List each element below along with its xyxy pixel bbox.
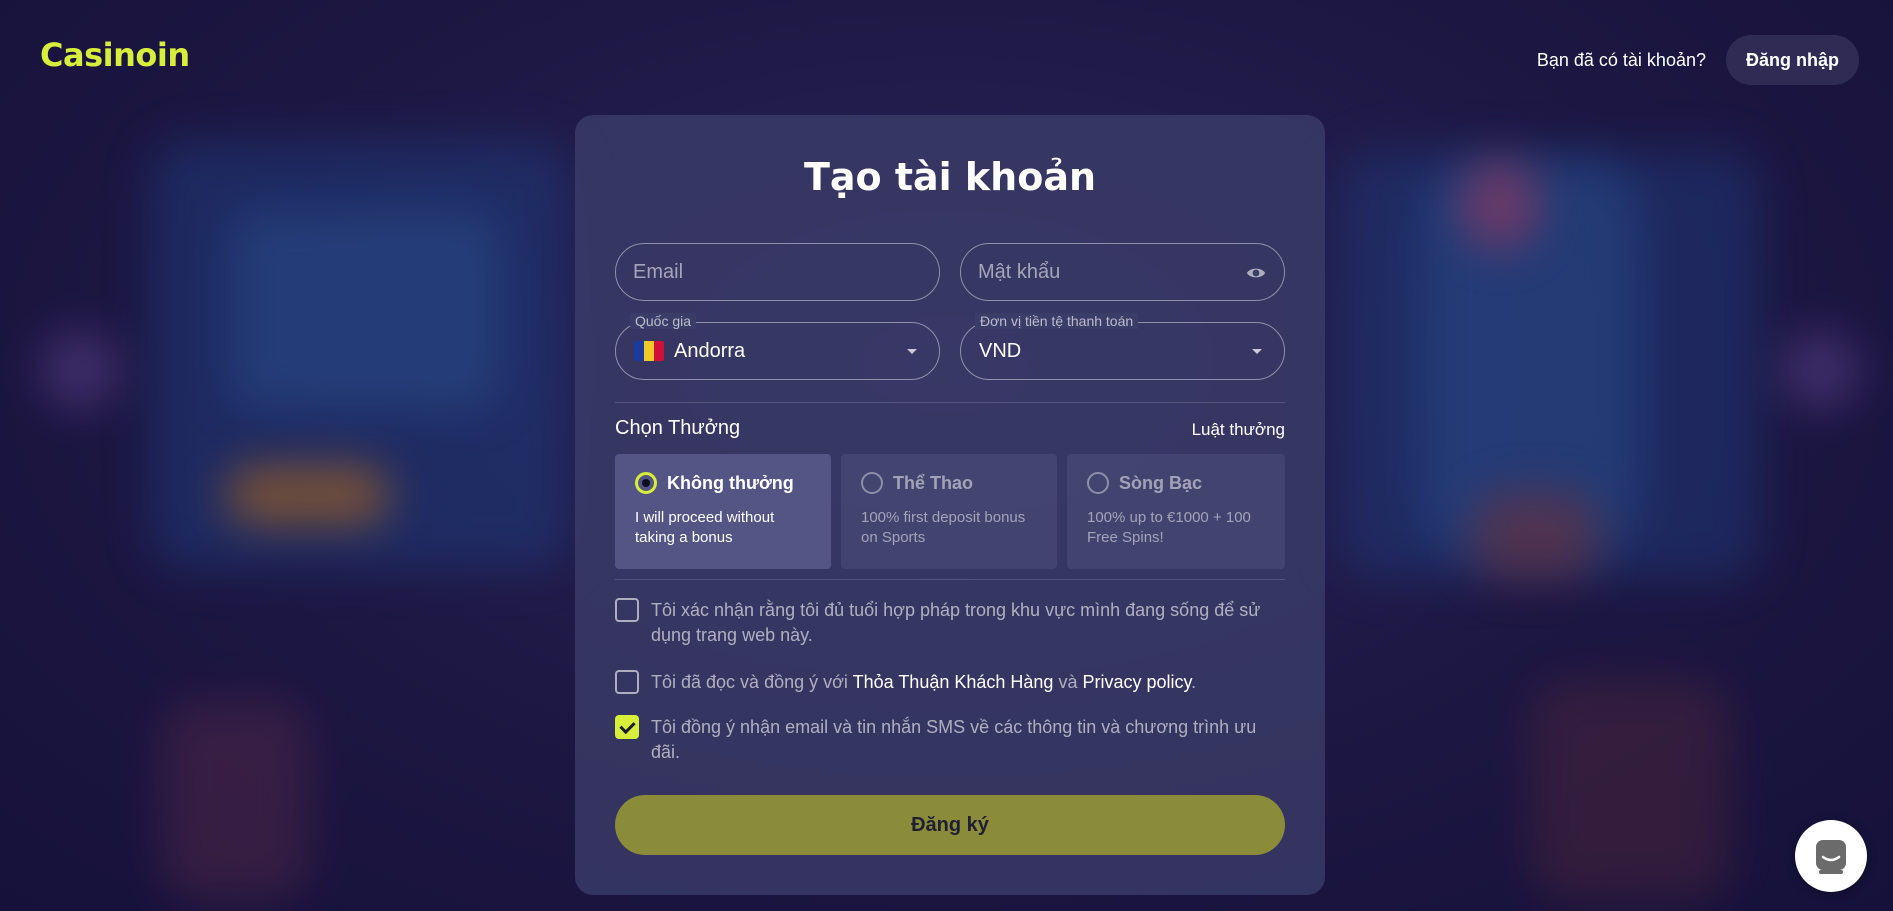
radio-icon[interactable] [861, 472, 883, 494]
password-input[interactable] [961, 260, 1284, 284]
bonus-option-none[interactable]: Không thưởng I will proceed without taki… [615, 454, 831, 569]
divider [615, 402, 1285, 403]
terms-suffix: . [1191, 672, 1197, 692]
radio-icon[interactable] [1087, 472, 1109, 494]
chat-icon [1816, 840, 1846, 874]
terms-text: Tôi đã đọc và đồng ý với Thỏa Thuận Khác… [651, 670, 1196, 695]
privacy-policy-link[interactable]: Privacy policy [1082, 672, 1191, 692]
terms-checkbox[interactable] [615, 670, 639, 694]
bonus-option-title: Không thưởng [667, 472, 794, 493]
chevron-down-icon [907, 349, 917, 354]
marketing-checkbox[interactable] [615, 715, 639, 739]
marketing-text: Tôi đồng ý nhận email và tin nhắn SMS về… [651, 717, 1257, 762]
header-actions: Bạn đã có tài khoản? Đăng nhập [1537, 35, 1859, 85]
chevron-down-icon [1252, 349, 1262, 354]
bonus-option-description: 100% up to €1000 + 100 Free Spins! [1087, 509, 1251, 546]
have-account-text: Bạn đã có tài khoản? [1536, 49, 1706, 70]
bonus-option-description: 100% first deposit bonus on Sports [861, 509, 1026, 546]
eye-icon[interactable] [1246, 263, 1266, 283]
logo[interactable]: Casinoin [40, 36, 190, 74]
country-label: Quốc gia [630, 313, 697, 329]
email-input[interactable] [616, 260, 939, 284]
bonus-option-description: I will proceed without taking a bonus [635, 509, 775, 546]
andorra-flag-icon [634, 341, 664, 361]
bonus-option-casino[interactable]: Sòng Bạc 100% up to €1000 + 100 Free Spi… [1067, 454, 1285, 569]
age-confirm-row: Tôi xác nhận rằng tôi đủ tuổi hợp pháp t… [615, 598, 1285, 648]
terms-prefix: Tôi đã đọc và đồng ý với [651, 672, 848, 692]
chat-button[interactable] [1795, 820, 1867, 892]
currency-label: Đơn vị tiền tệ thanh toán [975, 313, 1139, 329]
currency-value: VND [979, 339, 1022, 362]
country-select[interactable]: Quốc gia Andorra [615, 313, 940, 380]
customer-agreement-link[interactable]: Thỏa Thuận Khách Hàng [853, 672, 1054, 692]
marketing-row: Tôi đồng ý nhận email và tin nhắn SMS về… [615, 715, 1285, 765]
page-title: Tạo tài khoản [803, 155, 1097, 199]
bonus-heading: Chọn Thưởng [615, 417, 741, 439]
email-field[interactable] [615, 243, 940, 301]
bonus-option-title: Thể Thao [893, 472, 973, 493]
age-confirm-checkbox[interactable] [615, 598, 639, 622]
signup-card: Tạo tài khoản Quốc gia Andorra Đơn vị ti… [575, 115, 1325, 895]
currency-select[interactable]: Đơn vị tiền tệ thanh toán VND [960, 313, 1285, 380]
password-field[interactable] [960, 243, 1285, 301]
country-value: Andorra [674, 339, 746, 362]
bonus-rules-link[interactable]: Luật thưởng [1192, 420, 1285, 440]
register-button[interactable]: Đăng ký [615, 795, 1285, 855]
divider [615, 579, 1285, 580]
bonus-option-sports[interactable]: Thể Thao 100% first deposit bonus on Spo… [841, 454, 1057, 569]
login-button[interactable]: Đăng nhập [1726, 35, 1859, 85]
radio-selected-icon[interactable] [635, 472, 657, 494]
bonus-option-title: Sòng Bạc [1119, 472, 1203, 493]
age-confirm-text: Tôi xác nhận rằng tôi đủ tuổi hợp pháp t… [651, 600, 1261, 645]
terms-row: Tôi đã đọc và đồng ý với Thỏa Thuận Khác… [615, 670, 1285, 695]
terms-and: và [1058, 672, 1078, 692]
